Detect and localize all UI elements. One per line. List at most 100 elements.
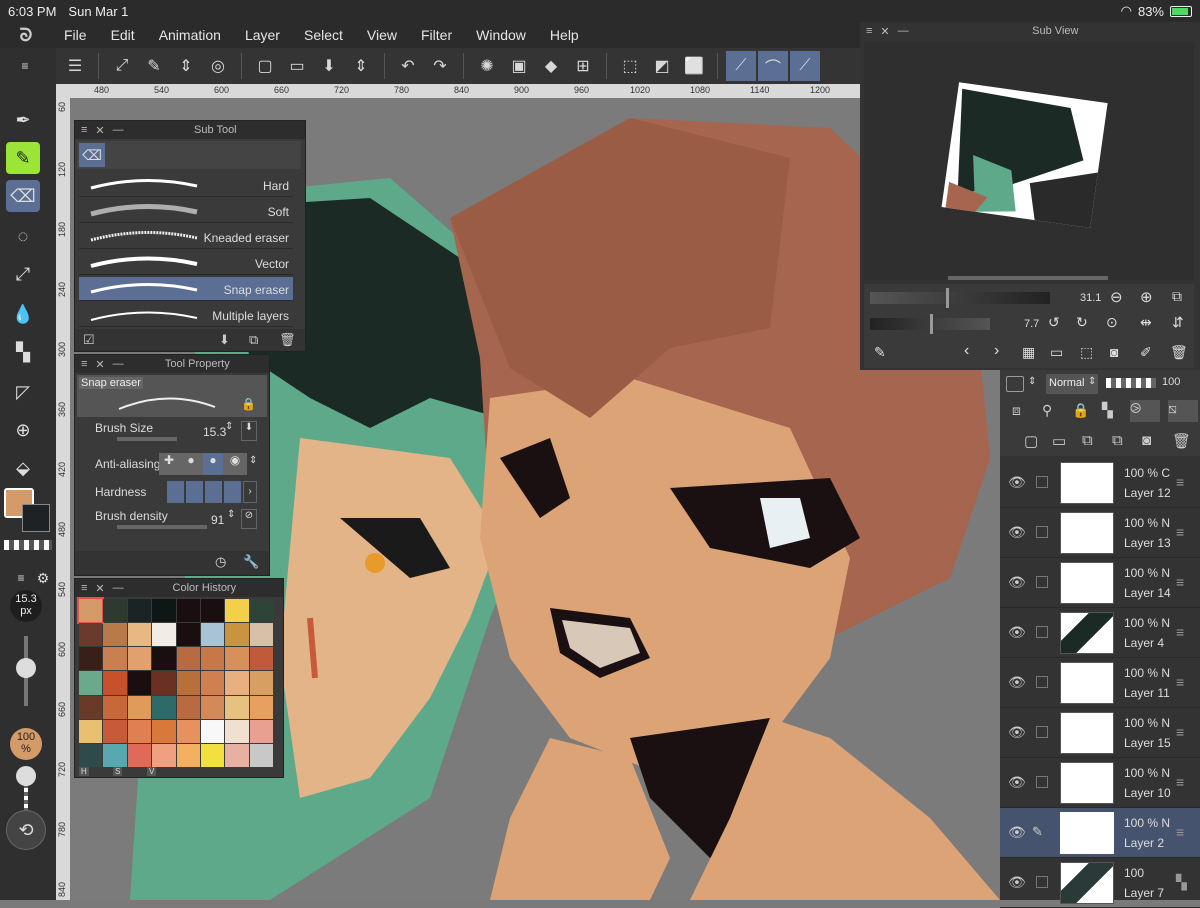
color-swatch[interactable] [176,599,200,623]
stepper-icon[interactable]: ⇕ [249,455,257,466]
trash-icon[interactable]: 🗑 [279,332,296,348]
menu-select[interactable]: Select [292,27,355,43]
color-swatch[interactable] [249,695,273,719]
stepper-icon[interactable]: ⇕ [227,509,235,520]
stepper-icon[interactable]: ⇕ [225,421,233,432]
brush-item-soft[interactable]: Soft [79,199,293,223]
layer-color-icon[interactable] [1006,376,1024,392]
clear-selection-icon[interactable]: ⬚ [615,51,645,81]
drag-handle-icon[interactable]: ≡ [1176,774,1184,790]
opacity-slider[interactable] [1106,378,1156,388]
rotate-right-icon[interactable]: ↻ [1076,314,1088,331]
minimize-icon[interactable]: — [113,582,124,594]
layer-row-11[interactable]: 👁 100 % N Layer 11 ≡ [1000,658,1200,708]
color-swatch[interactable] [103,671,127,695]
fill-icon[interactable]: ◆ [536,51,566,81]
brush-density-value[interactable]: 91 [211,513,224,527]
reference-icon[interactable]: ⚲ [1042,402,1052,419]
select-all-icon[interactable]: ⬜ [679,51,709,81]
new-file-icon[interactable]: ▢ [250,51,280,81]
chevron-left-icon[interactable]: ‹ [964,342,969,360]
chevron-right-icon[interactable]: › [994,342,999,360]
panel-menu-icon[interactable]: ≡ [81,582,87,594]
color-swatch[interactable] [225,695,249,719]
layer-checkbox[interactable] [1036,576,1048,588]
color-swatch[interactable] [249,671,273,695]
color-swatch[interactable] [127,599,152,623]
color-swatch[interactable] [127,719,152,743]
anti-aliasing-selector[interactable]: ✚ ● ● ◉ [159,453,247,475]
quick-access-icon[interactable]: ✎ [139,51,169,81]
menu-animation[interactable]: Animation [147,27,233,43]
merge-layer-icon[interactable]: ⧉ [1112,432,1123,449]
color-swatch[interactable] [103,743,127,767]
color-swatch[interactable] [79,695,103,719]
drag-handle-icon[interactable]: ≡ [1176,824,1184,840]
copy-layer-icon[interactable]: ⧉ [1082,432,1093,449]
color-swatch[interactable] [79,647,103,671]
color-swatch[interactable] [176,695,200,719]
close-icon[interactable]: ✕ [95,358,104,371]
layer-row-14[interactable]: 👁 100 % N Layer 14 ≡ [1000,558,1200,608]
import-image-icon[interactable]: ⬚ [1080,344,1093,361]
drag-handle-icon[interactable]: ≡ [1176,624,1184,640]
rotate-slider-handle[interactable] [930,314,933,334]
color-swatch[interactable] [103,719,127,743]
drag-handle-icon[interactable]: ≡ [1176,724,1184,740]
color-swatch[interactable] [249,743,273,767]
lock-icon[interactable]: 🔒 [1072,402,1089,419]
color-swatch[interactable] [176,671,200,695]
grid-view-icon[interactable]: ▦ [1022,344,1035,361]
eyedropper-tool-icon[interactable]: ⤢ [6,258,40,290]
rotate-left-icon[interactable]: ↺ [1048,314,1060,331]
panel-menu-icon[interactable]: ≡ [81,358,87,370]
color-swatch[interactable] [200,623,225,647]
color-swatch[interactable] [152,695,176,719]
color-swatch[interactable] [176,719,200,743]
figure-tool-icon[interactable]: ◸ [6,376,40,408]
aa-strong-icon[interactable]: ◉ [225,453,245,475]
drag-handle-icon[interactable]: ≡ [1176,524,1184,540]
brush-size-value[interactable]: 15.3 [203,425,226,439]
color-swatch[interactable] [152,623,176,647]
trash-icon[interactable]: 🗑 [1172,432,1191,450]
color-swatch[interactable] [152,599,176,623]
menu-help[interactable]: Help [538,27,591,43]
close-icon[interactable]: ✕ [95,582,104,595]
layer-opacity-value[interactable]: 100 [1162,376,1180,388]
menu-edit[interactable]: Edit [99,27,147,43]
color-swatch[interactable] [127,647,152,671]
eye-icon[interactable]: 👁 [1008,574,1026,591]
layer-checkbox[interactable] [1036,676,1048,688]
eraser-group-icon[interactable]: ⌫ [79,143,105,167]
color-swatch[interactable] [103,623,127,647]
fill-tool-icon[interactable]: ▚ [6,336,40,368]
updown-icon[interactable]: ⇕ [171,51,201,81]
layer-mask-icon[interactable]: ◙ [1142,432,1151,449]
color-swatch[interactable] [200,743,225,767]
color-swatch[interactable] [249,647,273,671]
brush-item-multiple-layers[interactable]: Multiple layers [79,303,293,327]
color-swatch[interactable] [225,599,249,623]
draft-layer-icon[interactable]: ⧁ [1130,400,1160,422]
eyedropper-icon[interactable]: ✎ [874,344,886,361]
zoom-in-icon[interactable]: ⊕ [1140,288,1153,306]
color-swatch[interactable] [176,623,200,647]
aa-weak-icon[interactable]: ● [181,453,201,475]
trash-icon[interactable]: 🗑 [1170,344,1188,361]
settings-icon[interactable]: ☑ [83,332,95,348]
brush-item-snap-eraser[interactable]: Snap eraser [79,277,293,301]
gauge-icon[interactable]: ◷ [215,554,226,570]
color-swatch[interactable] [79,743,103,767]
sub-view-scrollbar[interactable] [948,276,1108,280]
modifier-key-icon[interactable]: ⟲ [6,810,46,850]
panel-menu-icon[interactable]: ≡ [866,25,872,37]
layer-row-7[interactable]: 👁 100 Layer 7 ▚ [1000,858,1200,908]
eye-icon[interactable]: 👁 [1008,724,1026,741]
menu-window[interactable]: Window [464,27,538,43]
minimize-icon[interactable]: — [898,25,909,37]
color-swatch[interactable] [127,695,152,719]
import-icon[interactable]: ⬇ [219,332,230,348]
drag-handle-icon[interactable]: ≡ [1176,474,1184,490]
eye-icon[interactable]: 👁 [1008,824,1026,841]
